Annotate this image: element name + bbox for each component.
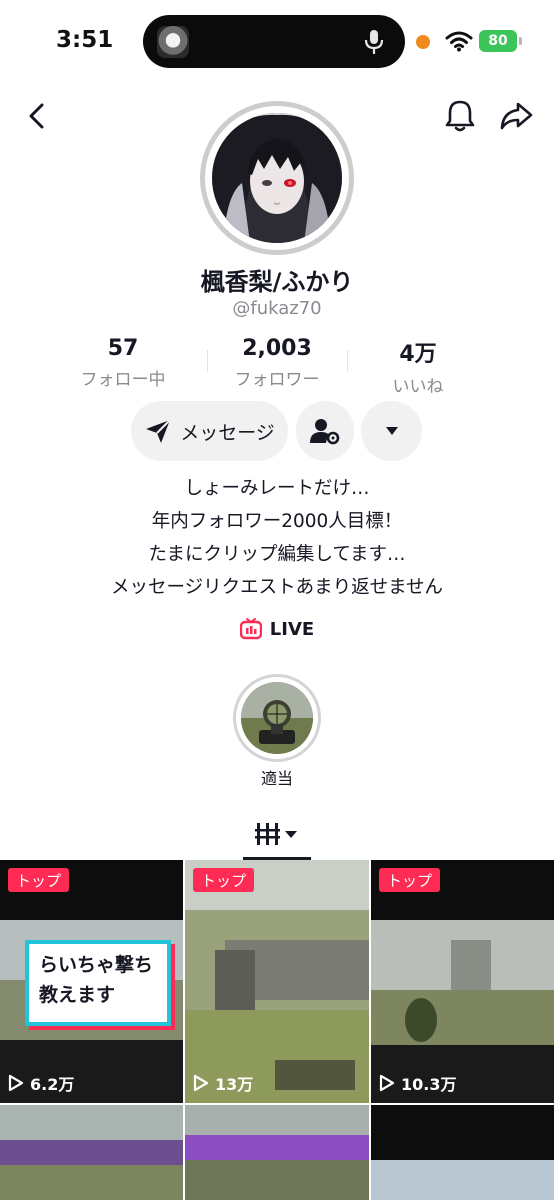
- chevron-left-icon: [29, 103, 44, 129]
- profile-avatar[interactable]: [200, 101, 354, 255]
- stat-label: フォロワー: [234, 370, 320, 390]
- video-thumbnail[interactable]: トップ 10.3万: [371, 860, 554, 1103]
- stat-label: フォロー中: [80, 370, 166, 390]
- bio-line: メッセージリクエストあまり返せません: [110, 577, 444, 598]
- top-badge: トップ: [8, 868, 70, 892]
- more-options-button[interactable]: [361, 401, 422, 461]
- notification-bell-button[interactable]: [440, 96, 480, 136]
- status-time: 3:51: [56, 27, 114, 53]
- stat-value: 4万: [399, 342, 437, 367]
- highlight-label: 適当: [260, 769, 293, 788]
- battery-indicator: 80: [479, 30, 517, 52]
- video-title-line: 教えます: [39, 984, 116, 1006]
- top-badge: トップ: [193, 868, 255, 892]
- live-label: LIVE: [269, 618, 315, 640]
- tab-videos[interactable]: [243, 810, 311, 860]
- video-preview-image: [371, 860, 554, 1103]
- profile-stats: 57 フォロー中 2,003 フォロワー 4万 いいね: [0, 336, 554, 397]
- user-gear-icon: [310, 419, 340, 445]
- view-count: 10.3万: [379, 1071, 456, 1095]
- video-preview-image: [371, 1105, 554, 1200]
- play-icon: [193, 1074, 209, 1092]
- bio-line: たまにクリップ編集してます…: [148, 544, 406, 565]
- video-thumbnail[interactable]: トップ 13万: [185, 860, 369, 1103]
- share-button[interactable]: [496, 96, 536, 136]
- play-icon: [379, 1074, 395, 1092]
- user-settings-button[interactable]: [296, 401, 354, 461]
- send-icon: [146, 419, 171, 443]
- view-count-value: 10.3万: [401, 1075, 457, 1094]
- view-count-value: 6.2万: [30, 1075, 75, 1094]
- video-thumbnail[interactable]: [0, 1105, 183, 1200]
- view-count-value: 13万: [215, 1075, 254, 1094]
- video-preview-image: [185, 860, 369, 1103]
- bell-icon: [445, 100, 475, 132]
- anime-character-portrait: [212, 113, 342, 243]
- username-handle: @fukaz70: [232, 298, 322, 319]
- dynamic-island: [143, 15, 405, 68]
- battery-level: 80: [488, 33, 508, 49]
- video-thumbnail[interactable]: トップ らいちゃ撃ち 教えます 6.2万: [0, 860, 183, 1103]
- view-count: 13万: [193, 1071, 253, 1095]
- content-tabs: [0, 810, 554, 860]
- back-button[interactable]: [17, 96, 57, 136]
- play-icon: [8, 1074, 24, 1092]
- microphone-icon: [364, 30, 384, 54]
- avatar-image: [212, 113, 342, 243]
- video-preview-image: [0, 1105, 183, 1200]
- profile-bio: しょーみレートだけ… 年内フォロワー2000人目標！ たまにクリップ編集してます…: [0, 472, 554, 604]
- video-grid: トップ らいちゃ撃ち 教えます 6.2万 トップ 13万 トップ 10.3万: [0, 860, 554, 1200]
- now-playing-thumbnail: [157, 26, 189, 58]
- live-tv-icon: [239, 618, 262, 640]
- stat-value: 2,003: [242, 336, 312, 361]
- video-thumbnail[interactable]: [371, 1105, 554, 1200]
- status-bar: 3:51 80: [0, 0, 554, 84]
- stat-following[interactable]: 57 フォロー中: [53, 336, 193, 390]
- stat-label: いいね: [392, 377, 444, 397]
- bio-line: しょーみレートだけ…: [184, 478, 370, 499]
- video-thumbnail[interactable]: [185, 1105, 369, 1200]
- battery-tip: [519, 37, 522, 45]
- wifi-icon: [445, 31, 473, 52]
- stat-likes[interactable]: 4万 いいね: [348, 336, 488, 397]
- video-title-line: らいちゃ撃ち: [39, 954, 154, 976]
- stat-followers[interactable]: 2,003 フォロワー: [207, 336, 347, 390]
- share-arrow-icon: [500, 102, 533, 130]
- message-button-label: メッセージ: [180, 421, 275, 444]
- video-title-card: らいちゃ撃ち 教えます: [25, 940, 171, 1026]
- top-badge: トップ: [379, 868, 441, 892]
- privacy-indicator-icon: [416, 35, 430, 49]
- bio-line: 年内フォロワー2000人目標！: [151, 511, 403, 532]
- video-preview-image: [185, 1105, 369, 1200]
- caret-down-icon: [385, 427, 398, 435]
- display-name: 楓香梨/ふかり: [200, 268, 354, 296]
- message-button[interactable]: メッセージ: [131, 401, 288, 461]
- highlight-thumbnail: [241, 682, 313, 754]
- story-highlight[interactable]: [233, 674, 321, 762]
- stat-value: 57: [107, 336, 139, 361]
- profile-actions: メッセージ: [0, 401, 554, 461]
- live-link[interactable]: LIVE: [0, 618, 554, 640]
- videos-grid-icon: [255, 822, 297, 845]
- view-count: 6.2万: [8, 1071, 74, 1095]
- game-scope-image: [241, 682, 313, 754]
